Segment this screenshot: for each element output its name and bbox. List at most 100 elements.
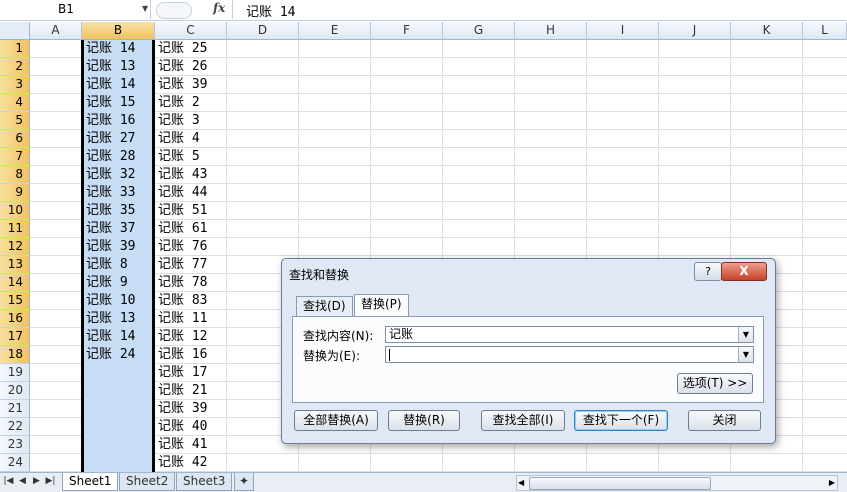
b-cell-3[interactable]: 记账 14 (86, 76, 135, 94)
c-cell-24[interactable]: 记账 42 (158, 454, 207, 472)
column-header-d[interactable]: D (227, 22, 299, 40)
row-header-5[interactable]: 5 (0, 112, 30, 130)
c-cell-18[interactable]: 记账 16 (158, 346, 207, 364)
b-cell-2[interactable]: 记账 13 (86, 58, 135, 76)
column-header-e[interactable]: E (299, 22, 371, 40)
c-cell-3[interactable]: 记账 39 (158, 76, 207, 94)
formula-bar-resize-handle[interactable] (156, 2, 192, 19)
prev-sheet-icon[interactable]: ◀ (17, 475, 28, 488)
b-cell-9[interactable]: 记账 33 (86, 184, 135, 202)
column-header-l[interactable]: L (803, 22, 847, 40)
horizontal-scrollbar[interactable]: ◀ ▶ (516, 475, 838, 491)
c-cell-19[interactable]: 记账 17 (158, 364, 207, 382)
row-header-3[interactable]: 3 (0, 76, 30, 94)
close-icon[interactable]: X (721, 262, 767, 281)
replace-dropdown-icon[interactable]: ▼ (738, 347, 753, 362)
replace-button[interactable]: 替换(R) (388, 410, 460, 431)
c-cell-16[interactable]: 记账 11 (158, 310, 207, 328)
row-header-9[interactable]: 9 (0, 184, 30, 202)
b-cell-5[interactable]: 记账 16 (86, 112, 135, 130)
row-header-16[interactable]: 16 (0, 310, 30, 328)
c-cell-4[interactable]: 记账 2 (158, 94, 200, 112)
replace-all-button[interactable]: 全部替换(A) (294, 410, 378, 431)
column-header-c[interactable]: C (155, 22, 227, 40)
row-header-23[interactable]: 23 (0, 436, 30, 454)
column-header-h[interactable]: H (515, 22, 587, 40)
sheet-tab-2[interactable]: Sheet2 (119, 473, 176, 491)
column-header-k[interactable]: K (731, 22, 803, 40)
b-cell-12[interactable]: 记账 39 (86, 238, 135, 256)
c-cell-6[interactable]: 记账 4 (158, 130, 200, 148)
insert-sheet-icon[interactable]: ✦ (234, 473, 255, 491)
row-header-4[interactable]: 4 (0, 94, 30, 112)
next-sheet-icon[interactable]: ▶ (31, 475, 42, 488)
sheet-tab-3[interactable]: Sheet3 (176, 473, 233, 491)
column-header-a[interactable]: A (30, 22, 82, 40)
row-header-7[interactable]: 7 (0, 148, 30, 166)
sheet-tab-1[interactable]: Sheet1 (62, 473, 119, 491)
row-header-14[interactable]: 14 (0, 274, 30, 292)
b-cell-8[interactable]: 记账 32 (86, 166, 135, 184)
row-header-24[interactable]: 24 (0, 454, 30, 472)
row-header-6[interactable]: 6 (0, 130, 30, 148)
row-header-12[interactable]: 12 (0, 238, 30, 256)
first-sheet-icon[interactable]: |◀ (3, 475, 14, 488)
tab-replace[interactable]: 替换(P) (354, 294, 409, 317)
row-header-17[interactable]: 17 (0, 328, 30, 346)
c-cell-17[interactable]: 记账 12 (158, 328, 207, 346)
row-header-15[interactable]: 15 (0, 292, 30, 310)
find-all-button[interactable]: 查找全部(I) (481, 410, 565, 431)
c-cell-23[interactable]: 记账 41 (158, 436, 207, 454)
b-cell-17[interactable]: 记账 14 (86, 328, 135, 346)
c-cell-9[interactable]: 记账 44 (158, 184, 207, 202)
name-box[interactable]: B1 ▼ (0, 0, 151, 19)
c-cell-2[interactable]: 记账 26 (158, 58, 207, 76)
row-header-21[interactable]: 21 (0, 400, 30, 418)
c-cell-21[interactable]: 记账 39 (158, 400, 207, 418)
options-button[interactable]: 选项(T) >> (677, 373, 753, 394)
column-header-i[interactable]: I (587, 22, 659, 40)
find-dropdown-icon[interactable]: ▼ (738, 327, 753, 342)
c-cell-20[interactable]: 记账 21 (158, 382, 207, 400)
b-cell-18[interactable]: 记账 24 (86, 346, 135, 364)
name-box-dropdown-icon[interactable]: ▼ (142, 4, 148, 13)
b-cell-14[interactable]: 记账 9 (86, 274, 128, 292)
c-cell-14[interactable]: 记账 78 (158, 274, 207, 292)
formula-input[interactable]: 记账 14 (246, 1, 295, 20)
b-cell-7[interactable]: 记账 28 (86, 148, 135, 166)
c-cell-22[interactable]: 记账 40 (158, 418, 207, 436)
row-header-19[interactable]: 19 (0, 364, 30, 382)
scrollbar-thumb[interactable] (529, 477, 711, 490)
column-header-g[interactable]: G (443, 22, 515, 40)
column-header-j[interactable]: J (659, 22, 731, 40)
b-cell-13[interactable]: 记账 8 (86, 256, 128, 274)
c-cell-7[interactable]: 记账 5 (158, 148, 200, 166)
insert-function-icon[interactable]: fx (213, 1, 225, 15)
b-cell-4[interactable]: 记账 15 (86, 94, 135, 112)
row-header-2[interactable]: 2 (0, 58, 30, 76)
close-button[interactable]: 关闭 (688, 410, 761, 431)
last-sheet-icon[interactable]: ▶| (45, 475, 56, 488)
c-cell-15[interactable]: 记账 83 (158, 292, 207, 310)
b-cell-1[interactable]: 记账 14 (86, 40, 135, 58)
c-cell-1[interactable]: 记账 25 (158, 40, 207, 58)
row-header-10[interactable]: 10 (0, 202, 30, 220)
column-header-f[interactable]: F (371, 22, 443, 40)
select-all-corner[interactable] (0, 22, 30, 40)
find-next-button[interactable]: 查找下一个(F) (574, 410, 668, 431)
c-cell-5[interactable]: 记账 3 (158, 112, 200, 130)
tab-find[interactable]: 查找(D) (296, 296, 353, 316)
b-cell-6[interactable]: 记账 27 (86, 130, 135, 148)
replace-with-field[interactable]: ▼ (385, 346, 754, 363)
row-header-13[interactable]: 13 (0, 256, 30, 274)
row-header-1[interactable]: 1 (0, 40, 30, 58)
help-icon[interactable]: ? (694, 262, 722, 281)
row-header-8[interactable]: 8 (0, 166, 30, 184)
row-header-22[interactable]: 22 (0, 418, 30, 436)
c-cell-10[interactable]: 记账 51 (158, 202, 207, 220)
scroll-right-icon[interactable]: ▶ (829, 476, 835, 489)
row-header-20[interactable]: 20 (0, 382, 30, 400)
c-cell-12[interactable]: 记账 76 (158, 238, 207, 256)
find-what-field[interactable]: 记账 ▼ (385, 326, 754, 343)
b-cell-16[interactable]: 记账 13 (86, 310, 135, 328)
